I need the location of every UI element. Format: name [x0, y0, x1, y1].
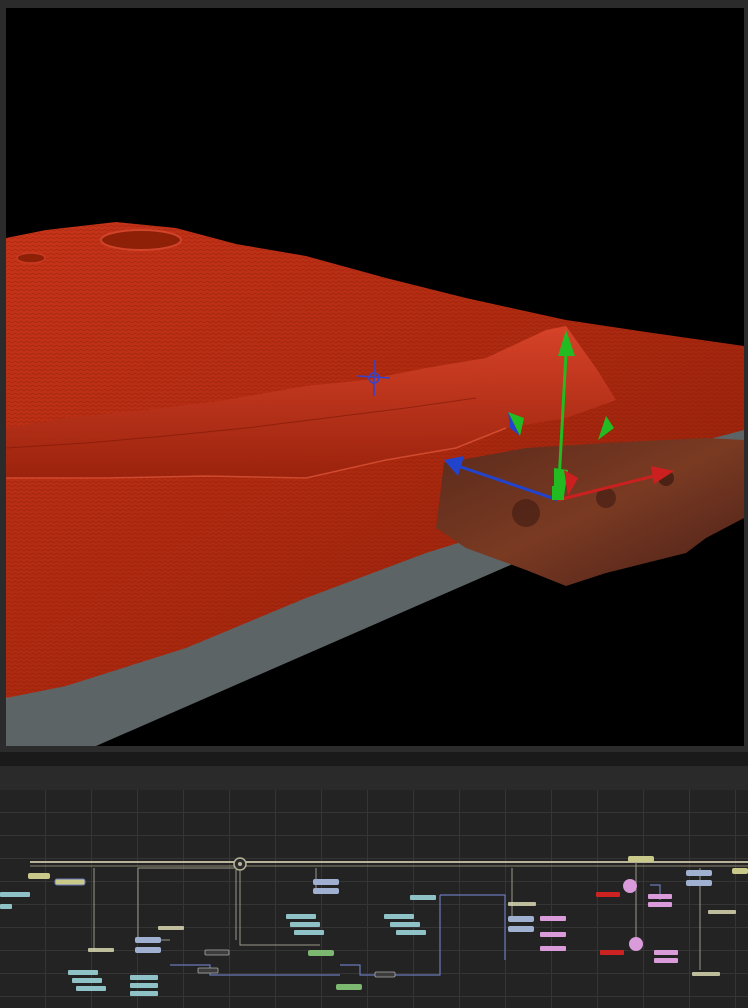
node-graph — [0, 856, 748, 996]
3d-scene — [6, 222, 744, 746]
node[interactable] — [197, 949, 396, 978]
node-editor-toolbar — [0, 766, 748, 791]
node-editor[interactable] — [0, 790, 748, 1008]
loader-node[interactable] — [28, 856, 748, 886]
crater — [100, 229, 182, 251]
panel-divider[interactable] — [0, 752, 748, 766]
error-node[interactable] — [596, 892, 624, 955]
green-node[interactable] — [308, 950, 362, 990]
3d-viewport[interactable] — [6, 8, 744, 746]
merge-node[interactable] — [0, 892, 436, 996]
viewer-panel — [0, 0, 748, 752]
